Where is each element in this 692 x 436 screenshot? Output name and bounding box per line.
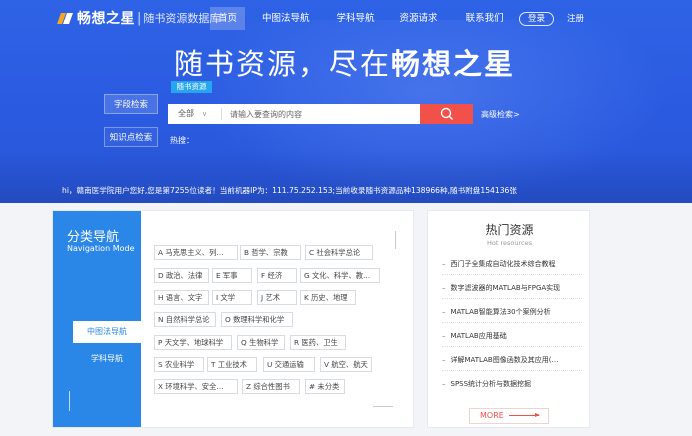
dash-icon: – (442, 332, 446, 340)
category-tag-G[interactable]: G 文化、科学、教… (300, 268, 380, 283)
hot-resource-title: MATLAB智能算法30个案例分析 (450, 308, 551, 316)
top-nav: 首页 中图法导航 学科导航 资源请求 联系我们 (210, 7, 512, 30)
visitor-info-ticker: hi，赣南医学院用户您好,您是第7255位读者！当前机器IP为：111.75.2… (62, 186, 517, 195)
item-divider (442, 298, 582, 299)
category-panel: 分类导航 Navigation Mode 中图法导航 学科导航 A 马克思主义、… (52, 210, 414, 428)
dash-icon: – (442, 260, 446, 268)
hot-resource-item[interactable]: – 详解MATLAB图像函数及其应用(… (442, 355, 558, 365)
category-tag-Q[interactable]: Q 生物科学 (237, 335, 285, 350)
category-tag-N[interactable]: N 自然科学总论 (154, 312, 216, 327)
item-divider (442, 274, 582, 275)
hot-resource-title: 详解MATLAB图像函数及其应用(… (450, 356, 559, 364)
hero-slogan: 随书资源，尽在畅想之星 (174, 41, 515, 83)
field-search-button[interactable]: 字段检索 (104, 94, 158, 114)
category-nav-subject[interactable]: 学科导航 (73, 350, 141, 368)
category-tag-O[interactable]: O 数理科学和化学 (221, 312, 293, 327)
category-tag-S[interactable]: S 农业科学 (154, 357, 204, 372)
search-icon (440, 107, 453, 120)
hot-resource-title: SPSS统计分析与数据挖掘 (450, 380, 532, 388)
chevron-down-icon: ∨ (202, 110, 208, 118)
register-link[interactable]: 注册 (567, 12, 584, 26)
search-box: 全部 ∨ (168, 104, 420, 124)
category-tag-unclassified[interactable]: # 未分类 (305, 379, 345, 394)
advanced-search-link[interactable]: 高级检索> (481, 109, 520, 120)
category-tag-B[interactable]: B 哲学、宗教 (240, 245, 301, 260)
category-tag-I[interactable]: I 文学 (212, 290, 252, 305)
category-tag-J[interactable]: J 艺术 (257, 290, 297, 305)
more-label: MORE (480, 411, 504, 420)
category-tag-C[interactable]: C 社会科学总论 (305, 245, 373, 260)
dash-icon: – (442, 356, 446, 364)
hot-search-label: 热搜： (170, 136, 194, 145)
category-nav-clc[interactable]: 中图法导航 (73, 321, 141, 343)
hot-resource-item[interactable]: – 西门子全集成自动化技术综合教程 (442, 259, 556, 269)
category-tag-F[interactable]: F 经济 (257, 268, 297, 283)
category-tag-X[interactable]: X 环境科学、安全… (154, 379, 238, 394)
hot-resource-item[interactable]: – MATLAB应用基础 (442, 331, 507, 341)
category-title: 分类导航 (67, 230, 120, 245)
more-button[interactable]: MORE (469, 408, 549, 424)
category-tag-E[interactable]: E 军事 (212, 268, 252, 283)
hot-resource-title: MATLAB应用基础 (450, 332, 507, 340)
category-tag-P[interactable]: P 天文学、地球科学 (154, 335, 232, 350)
category-tag-T[interactable]: T 工业技术 (207, 357, 257, 372)
category-tag-H[interactable]: H 语言、文字 (154, 290, 209, 305)
login-button[interactable]: 登录 (519, 12, 554, 26)
hot-resources-subtitle: Hot resources (487, 239, 532, 247)
item-divider (442, 346, 582, 347)
dash-icon: – (442, 284, 446, 292)
hot-resource-item[interactable]: – MATLAB智能算法30个案例分析 (442, 307, 551, 317)
nav-home[interactable]: 首页 (210, 7, 246, 30)
hot-resource-title: 数字滤波器的MATLAB与FPGA实现 (450, 284, 561, 292)
search-scope-select[interactable]: 全部 ∨ (178, 104, 207, 124)
nav-resource-request[interactable]: 资源请求 (392, 7, 446, 30)
nav-contact[interactable]: 联系我们 (458, 7, 512, 30)
item-divider (442, 322, 582, 323)
hot-resource-title: 西门子全集成自动化技术综合教程 (450, 260, 556, 268)
search-input[interactable] (226, 104, 416, 124)
logo-separator: | (137, 10, 142, 26)
search-button[interactable] (420, 104, 473, 124)
category-sidebar: 分类导航 Navigation Mode 中图法导航 学科导航 (53, 211, 141, 427)
dash-icon: – (442, 308, 446, 316)
search-tab-label[interactable]: 随书资源 (171, 81, 212, 93)
search-divider (221, 108, 222, 120)
category-tag-D[interactable]: D 政治、法律 (154, 268, 209, 283)
nav-subject[interactable]: 学科导航 (329, 7, 383, 30)
category-tag-U[interactable]: U 交通运输 (263, 357, 315, 372)
nav-clc[interactable]: 中图法导航 (254, 7, 318, 30)
logo-subtitle: 随书资源数据库 (143, 12, 221, 25)
category-tag-K[interactable]: K 历史、地理 (300, 290, 356, 305)
item-divider (442, 370, 582, 371)
hot-resource-item[interactable]: – SPSS统计分析与数据挖掘 (442, 379, 531, 389)
slogan-prefix: 随书资源，尽在 (174, 47, 392, 81)
category-tag-A[interactable]: A 马克思主义、列… (154, 245, 238, 260)
category-tag-R[interactable]: R 医药、卫生 (290, 335, 346, 350)
arrow-right-icon (509, 413, 540, 417)
slogan-brand: 畅想之星 (391, 47, 516, 81)
hot-resources-title: 热门资源 (485, 223, 534, 237)
hot-resources-panel: 热门资源 Hot resources – 西门子全集成自动化技术综合教程 – 数字滤… (427, 210, 590, 428)
corner-decor-line (395, 231, 396, 249)
logo-mark-icon (56, 11, 74, 25)
hot-resource-item[interactable]: – 数字滤波器的MATLAB与FPGA实现 (442, 283, 560, 293)
category-subtitle: Navigation Mode (67, 244, 135, 253)
corner-decor-line (373, 406, 393, 407)
knowledge-search-button[interactable]: 知识点检索 (104, 127, 158, 147)
search-scope-value: 全部 (178, 109, 194, 118)
category-tag-Z[interactable]: Z 综合性图书 (242, 379, 300, 394)
hero-banner: 畅想之星 | 随书资源数据库 首页 中图法导航 学科导航 资源请求 联系我们 登… (0, 0, 692, 203)
category-tag-V[interactable]: V 航空、航天 (320, 357, 372, 372)
site-logo[interactable]: 畅想之星 | 随书资源数据库 (56, 9, 221, 27)
dash-icon: – (442, 380, 446, 388)
sidebar-decor-line (69, 391, 70, 411)
logo-name: 畅想之星 (77, 11, 135, 27)
